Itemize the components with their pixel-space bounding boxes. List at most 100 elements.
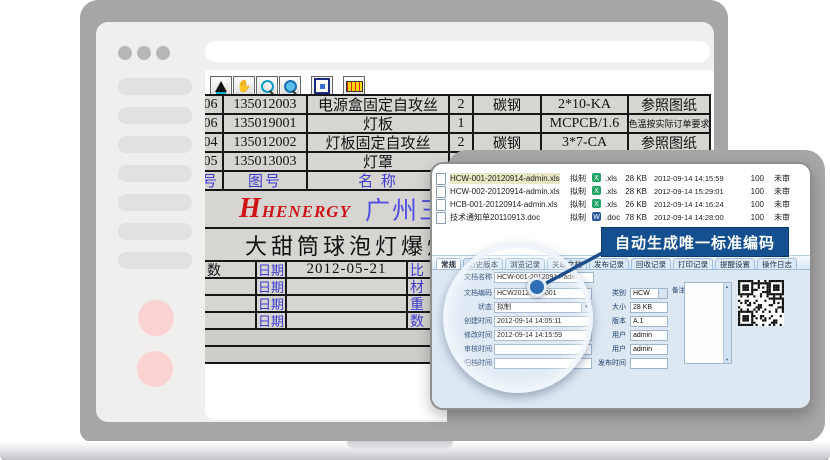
remark-scrollbar[interactable]: ▲▼: [723, 283, 731, 363]
tab-9[interactable]: 操作日志: [757, 258, 797, 269]
parts-header-code: 图号: [222, 170, 308, 191]
file-size: 78 KB: [617, 212, 647, 223]
fit-arrow-icon: [215, 81, 227, 92]
frame-dot: [320, 84, 325, 89]
file-ext: .xls: [605, 199, 617, 210]
file-sheet-icon: [436, 173, 446, 185]
date-value-cell: [285, 311, 408, 330]
browse-button[interactable]: [658, 289, 667, 298]
form-label-right: 版本: [594, 316, 626, 327]
window-control-dot: [137, 46, 151, 60]
highlight-dot: [527, 277, 547, 297]
file-time: 2012-09-14 14:28:00: [654, 212, 724, 223]
file-row[interactable]: 技术通知单20110913.doc拟制W.doc78 KB2012-09-14 …: [432, 211, 810, 224]
tab-1[interactable]: 常规: [436, 258, 461, 269]
sidebar-placeholder: [118, 194, 192, 211]
file-flag: 未审: [774, 212, 790, 223]
parts-cell-material: 碳钢: [472, 94, 542, 115]
address-bar[interactable]: [205, 41, 710, 62]
measure-ruler-icon: [346, 81, 363, 92]
pan-hand-icon: ✋: [237, 80, 252, 92]
parts-cell-name: 灯罩: [306, 151, 450, 172]
form-field-right[interactable]: HCW: [630, 288, 668, 299]
tab-7[interactable]: 打印记录: [673, 258, 713, 269]
scroll-up-icon[interactable]: ▲: [725, 284, 729, 289]
scroll-down-icon[interactable]: ▼: [725, 357, 729, 362]
viewer-toolbar: ✋: [210, 76, 366, 96]
image-frame-icon: [314, 78, 330, 94]
file-sheet-icon: [436, 212, 446, 224]
parts-cell-code: 135013003: [222, 151, 308, 172]
laptop-base-notch: [347, 441, 453, 449]
file-flag: 未审: [774, 199, 790, 210]
form-label-right: 用户: [594, 330, 626, 341]
file-size: 26 KB: [617, 199, 647, 210]
window-control-dot: [156, 46, 170, 60]
parts-cell-code: 135012002: [222, 132, 308, 153]
form-field-value: admin: [633, 332, 652, 339]
remark-box[interactable]: ▲▼: [684, 282, 732, 364]
parts-cell-material: [472, 113, 542, 134]
file-row[interactable]: HCW-002-20120914-admin.xls拟制X.xls28 KB20…: [432, 185, 810, 198]
parts-cell-code: 135012003: [222, 94, 308, 115]
toolbar-button-pan-hand[interactable]: ✋: [233, 76, 255, 96]
sidebar-placeholder: [118, 165, 192, 182]
form-field-right[interactable]: admin: [630, 344, 668, 355]
word-file-icon: W: [592, 212, 601, 221]
form-field-right[interactable]: 28 KB: [630, 302, 668, 313]
file-name: HCB-001-20120914-admin.xls: [450, 199, 558, 210]
parts-cell-note: 参照图纸: [627, 94, 711, 115]
file-time: 2012-09-14 14:15:59: [654, 173, 724, 184]
file-time: 2012-09-14 14:16:24: [654, 199, 724, 210]
form-field-value: HCW: [633, 290, 650, 297]
file-flag: 未审: [774, 186, 790, 197]
form-field-value: A.1: [633, 318, 644, 325]
file-sheet-icon: [436, 199, 446, 211]
tab-6[interactable]: 回收记录: [631, 258, 671, 269]
file-ext: .xls: [605, 186, 617, 197]
file-percent: 100: [748, 199, 764, 210]
file-name: 技术通知单20110913.doc: [450, 212, 540, 223]
file-flag: 未审: [774, 173, 790, 184]
excel-file-icon: X: [592, 173, 601, 182]
date-label-cell: 日期: [255, 311, 287, 330]
sidebar-placeholder: [118, 107, 192, 124]
parts-header-name: 名 称: [306, 170, 450, 191]
file-row[interactable]: HCW-001-20120914-admin.xls拟制X.xls28 KB20…: [432, 172, 810, 185]
parts-cell-code: 135019001: [222, 113, 308, 134]
file-status: 拟制: [570, 173, 586, 184]
toolbar-button-zoom-out[interactable]: [256, 76, 278, 96]
toolbar-button-measure-ruler[interactable]: [343, 76, 365, 96]
tab-8[interactable]: 提醒设置: [715, 258, 755, 269]
magnifier-lens: [443, 243, 593, 393]
form-field-right[interactable]: admin: [630, 330, 668, 341]
file-time: 2012-09-14 15:29:01: [654, 186, 724, 197]
parts-cell-note: 色温按实际订单要求: [627, 113, 711, 134]
file-size: 28 KB: [617, 173, 647, 184]
form-label-right: 用户: [594, 344, 626, 355]
file-size: 28 KB: [617, 186, 647, 197]
tab-5[interactable]: 发布记录: [589, 258, 629, 269]
form-field-right[interactable]: A.1: [630, 316, 668, 327]
toolbar-button-fit-arrow[interactable]: [210, 76, 232, 96]
file-percent: 100: [748, 173, 764, 184]
laptop-base: [0, 441, 830, 460]
qr-code: [738, 280, 784, 326]
brand-logo: HHENERGY: [239, 193, 351, 225]
sidebar-placeholder: [118, 78, 192, 95]
file-status: 拟制: [570, 199, 586, 210]
toolbar-button-zoom-region[interactable]: [279, 76, 301, 96]
toolbar-button-image-frame[interactable]: [311, 76, 333, 96]
brand-logo-initial: H: [239, 193, 262, 224]
form-label-right: 大小: [594, 302, 626, 313]
file-sheet-icon: [436, 186, 446, 198]
form-field-value: admin: [633, 346, 652, 353]
excel-file-icon: X: [592, 199, 601, 208]
sidebar-placeholder: [118, 223, 192, 240]
parts-cell-spec: MCPCB/1.6: [540, 113, 629, 134]
brand-logo-text: HENERGY: [262, 202, 351, 221]
window-control-dot: [118, 46, 132, 60]
file-row[interactable]: HCB-001-20120914-admin.xls 拟制 X .xls26 KB 20…: [432, 198, 810, 211]
form-field-right[interactable]: [630, 358, 668, 369]
parts-cell-name: 灯板: [306, 113, 450, 134]
